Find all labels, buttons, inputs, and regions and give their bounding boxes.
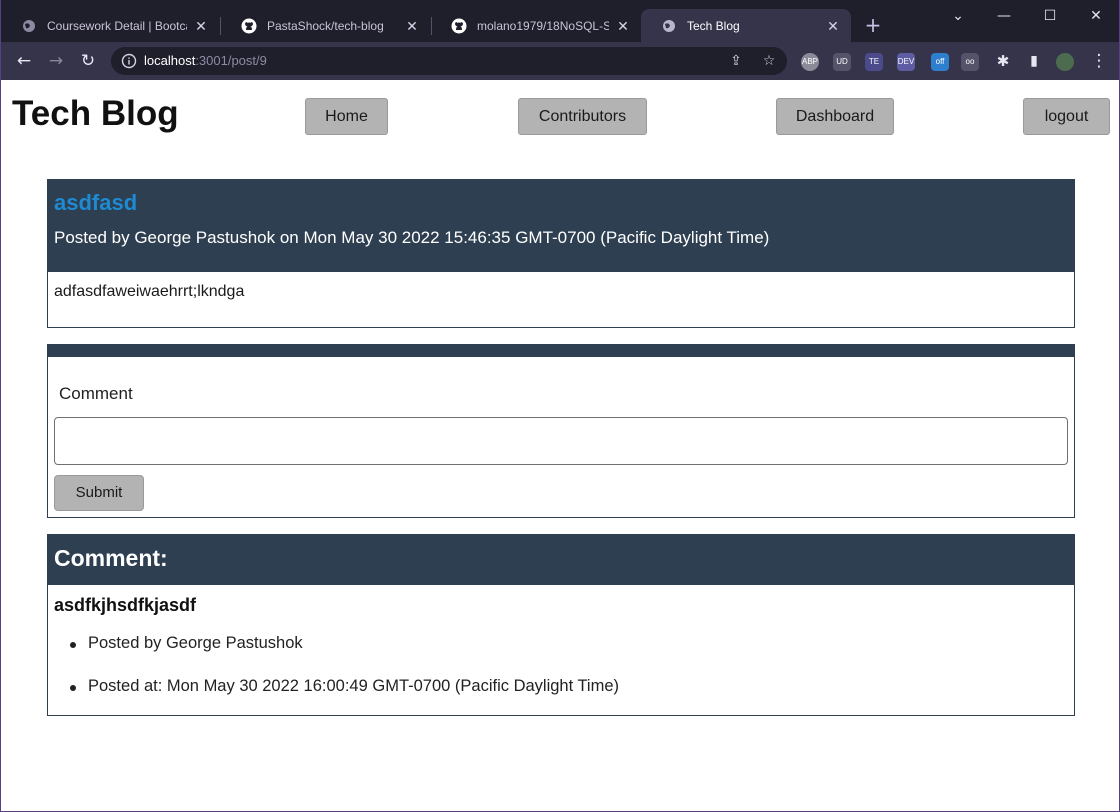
nav-dashboard-button[interactable]: Dashboard <box>776 98 894 135</box>
tab-tech-blog-repo[interactable]: PastaShock/tech-blog ✕ <box>221 9 430 42</box>
te-extension-icon[interactable]: TE <box>865 53 883 71</box>
site-title[interactable]: Tech Blog <box>12 94 179 134</box>
menu-kebab-icon[interactable]: ⋮ <box>1087 49 1111 73</box>
reload-icon[interactable]: ↻ <box>76 49 100 73</box>
bookmark-star-icon[interactable]: ☆ <box>760 52 778 70</box>
tab-tech-blog-active[interactable]: Tech Blog ✕ <box>641 9 851 42</box>
nav-home-button[interactable]: Home <box>305 98 388 135</box>
globe-icon <box>661 18 677 34</box>
url-path: :3001/post/9 <box>195 53 267 68</box>
puzzle-extensions-icon[interactable]: ✱ <box>991 49 1015 73</box>
globe-icon <box>21 18 37 34</box>
tab-nosql-repo[interactable]: molano1979/18NoSQL-Social ✕ <box>431 9 641 42</box>
comment-input[interactable] <box>54 417 1068 465</box>
comment-text: asdfkjhsdfkjasdf <box>54 595 197 615</box>
post-card: asdfasd Posted by George Pastushok on Mo… <box>47 179 1075 328</box>
back-icon[interactable]: ← <box>12 49 36 73</box>
adblock-extension-icon[interactable]: ABP <box>801 53 819 71</box>
comment-label: Comment <box>59 384 133 403</box>
submit-button[interactable]: Submit <box>54 475 144 511</box>
comment-form-card: Comment Submit <box>47 344 1075 518</box>
tab-label: Tech Blog <box>687 18 740 33</box>
list-bullet <box>70 685 76 691</box>
info-icon[interactable] <box>121 53 137 69</box>
ublock-extension-icon[interactable]: UD <box>833 53 851 71</box>
post-body: adfasdfaweiwaehrrt;lkndga <box>54 283 245 300</box>
post-meta: Posted by George Pastushok on Mon May 30… <box>54 228 770 247</box>
comment-timestamp: Posted at: Mon May 30 2022 16:00:49 GMT-… <box>88 677 620 695</box>
nav-logout-button[interactable]: logout <box>1023 98 1110 135</box>
comment-author: Posted by George Pastushok <box>88 634 303 652</box>
side-panel-icon[interactable]: ▮ <box>1022 49 1046 73</box>
comments-header <box>48 535 1074 585</box>
tab-search-icon[interactable]: ⌄ <box>935 4 981 28</box>
minimize-icon[interactable]: — <box>981 4 1027 28</box>
nav-contributors-button[interactable]: Contributors <box>518 98 647 135</box>
github-icon <box>241 18 257 34</box>
page-content: Tech Blog Home Contributors Dashboard lo… <box>1 80 1119 811</box>
off-extension-icon[interactable]: off <box>931 53 949 71</box>
share-icon[interactable]: ⇪ <box>727 52 745 70</box>
close-icon[interactable]: ✕ <box>404 18 420 34</box>
list-bullet <box>70 642 76 648</box>
url-host: localhost <box>144 53 196 68</box>
tab-strip: Coursework Detail | Bootcamp ✕ PastaShoc… <box>1 0 1119 42</box>
window-close-icon[interactable]: ✕ <box>1073 4 1119 28</box>
profile-avatar[interactable] <box>1056 53 1074 71</box>
tab-label: Coursework Detail | Bootcamp <box>47 18 187 33</box>
tab-coursework[interactable]: Coursework Detail | Bootcamp ✕ <box>1 9 219 42</box>
address-bar[interactable]: localhost:3001/post/9 ⇪ ☆ <box>111 47 787 75</box>
post-card-header <box>48 180 1074 272</box>
browser-toolbar: ← → ↻ localhost:3001/post/9 ⇪ ☆ ABP UD T… <box>1 42 1119 80</box>
github-icon <box>451 18 467 34</box>
post-title: asdfasd <box>54 190 138 215</box>
comments-card: Comment: asdfkjhsdfkjasdf Posted by Geor… <box>47 534 1075 716</box>
url-text[interactable]: localhost:3001/post/9 <box>144 53 267 68</box>
tab-label: molano1979/18NoSQL-Social <box>477 18 609 33</box>
close-icon[interactable]: ✕ <box>193 18 209 34</box>
browser-window: Coursework Detail | Bootcamp ✕ PastaShoc… <box>0 0 1120 812</box>
forward-icon[interactable]: → <box>44 49 68 73</box>
close-icon[interactable]: ✕ <box>615 18 631 34</box>
comment-form-header <box>48 345 1074 357</box>
maximize-icon[interactable]: ☐ <box>1027 4 1073 28</box>
comments-heading: Comment: <box>54 545 168 571</box>
oo-extension-icon[interactable]: oo <box>961 53 979 71</box>
new-tab-icon[interactable]: + <box>861 14 885 38</box>
tab-label: PastaShock/tech-blog <box>267 18 384 33</box>
close-icon[interactable]: ✕ <box>825 18 841 34</box>
dev-extension-icon[interactable]: DEV <box>897 53 915 71</box>
